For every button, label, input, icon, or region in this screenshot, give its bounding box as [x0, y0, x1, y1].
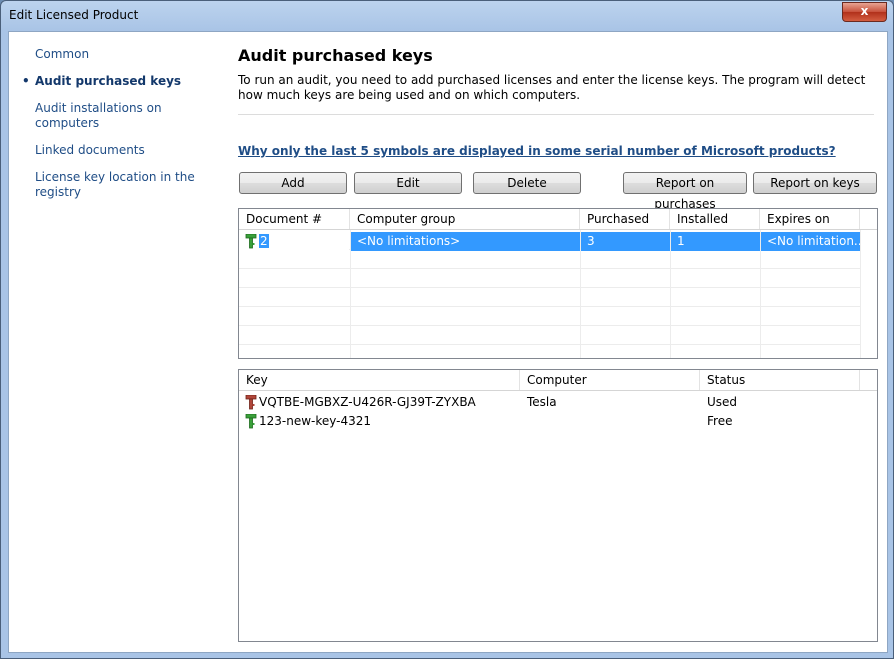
nav-item-label: Audit installations on computers: [35, 101, 162, 130]
edit-button[interactable]: Edit: [354, 172, 462, 194]
table-header: Key Computer Status: [239, 370, 877, 391]
column-header-status[interactable]: Status: [700, 370, 860, 390]
key-free-icon: [245, 234, 257, 249]
grid-line: [239, 344, 860, 345]
nav-item-label: Linked documents: [35, 143, 145, 157]
page-title: Audit purchased keys: [238, 46, 433, 65]
cell-computer-group: <No limitations>: [351, 232, 580, 251]
close-button[interactable]: x: [842, 2, 887, 22]
key-free-icon: [245, 414, 257, 429]
nav-item-label: Audit purchased keys: [35, 74, 182, 88]
report-on-purchases-button[interactable]: Report on purchases: [623, 172, 747, 211]
title-bar[interactable]: Edit Licensed Product x: [1, 1, 893, 31]
cell-purchased: 3: [581, 232, 670, 251]
nav-item-common[interactable]: Common: [35, 47, 215, 62]
report-on-keys-button[interactable]: Report on keys: [753, 172, 877, 194]
column-header-purchased[interactable]: Purchased: [580, 209, 670, 229]
nav-item-license-key-location[interactable]: License key location in the registry: [35, 170, 215, 200]
key-used-icon: [245, 395, 257, 410]
cell-computer: Tesla: [527, 395, 557, 409]
cell-expires-on: <No limitation...: [761, 232, 860, 251]
column-header-document[interactable]: Document #: [239, 209, 350, 229]
table-row[interactable]: VQTBE-MGBXZ-U426R-GJ39T-ZYXBA Tesla Used: [239, 393, 877, 412]
nav-item-linked-documents[interactable]: Linked documents: [35, 143, 215, 158]
cell-computer: [521, 412, 700, 431]
window-title: Edit Licensed Product: [9, 8, 139, 22]
page-description: To run an audit, you need to add purchas…: [238, 73, 866, 102]
cell-key: VQTBE-MGBXZ-U426R-GJ39T-ZYXBA: [239, 393, 520, 412]
sidebar-nav: Common • Audit purchased keys Audit inst…: [9, 32, 224, 652]
key-value: 123-new-key-4321: [259, 414, 372, 428]
delete-button[interactable]: Delete: [473, 172, 581, 194]
grid-line: [239, 287, 860, 288]
cell-status: Free: [707, 414, 733, 428]
help-link-serial-symbols[interactable]: Why only the last 5 symbols are displaye…: [238, 144, 836, 158]
nav-item-audit-installations[interactable]: Audit installations on computers: [35, 101, 215, 131]
column-header-filler: [860, 209, 877, 229]
nav-item-label: Common: [35, 47, 90, 61]
dialog-client-area: Common • Audit purchased keys Audit inst…: [8, 31, 888, 653]
grid-line: [239, 306, 860, 307]
column-header-computer-group[interactable]: Computer group: [350, 209, 580, 229]
column-header-computer[interactable]: Computer: [520, 370, 700, 390]
column-header-expires-on[interactable]: Expires on: [760, 209, 860, 229]
cell-key: 123-new-key-4321: [239, 412, 520, 431]
nav-item-label: License key location in the registry: [35, 170, 195, 199]
add-button[interactable]: Add: [239, 172, 347, 194]
edit-licensed-product-window: Edit Licensed Product x Common • Audit p…: [0, 0, 894, 659]
table-header: Document # Computer group Purchased Inst…: [239, 209, 877, 230]
grid-line: [239, 325, 860, 326]
document-number: 2: [259, 234, 269, 248]
cell-status: Used: [707, 395, 738, 409]
key-value: VQTBE-MGBXZ-U426R-GJ39T-ZYXBA: [259, 395, 476, 409]
column-header-key[interactable]: Key: [239, 370, 520, 390]
keys-table[interactable]: Key Computer Status VQTBE-MGBXZ-U426R-GJ…: [238, 369, 878, 642]
divider: [238, 114, 874, 115]
table-row[interactable]: 2 <No limitations> 3 1 <No limitation...: [239, 232, 877, 251]
cell-installed: 1: [671, 232, 760, 251]
nav-item-audit-purchased-keys[interactable]: • Audit purchased keys: [22, 74, 215, 89]
purchases-table[interactable]: Document # Computer group Purchased Inst…: [238, 208, 878, 359]
column-header-installed[interactable]: Installed: [670, 209, 760, 229]
active-bullet-icon: •: [22, 74, 30, 88]
close-icon: x: [860, 4, 869, 18]
column-header-filler: [860, 370, 877, 390]
table-row[interactable]: 123-new-key-4321 Free: [239, 412, 877, 431]
cell-document: 2: [239, 232, 349, 251]
grid-line: [239, 268, 860, 269]
